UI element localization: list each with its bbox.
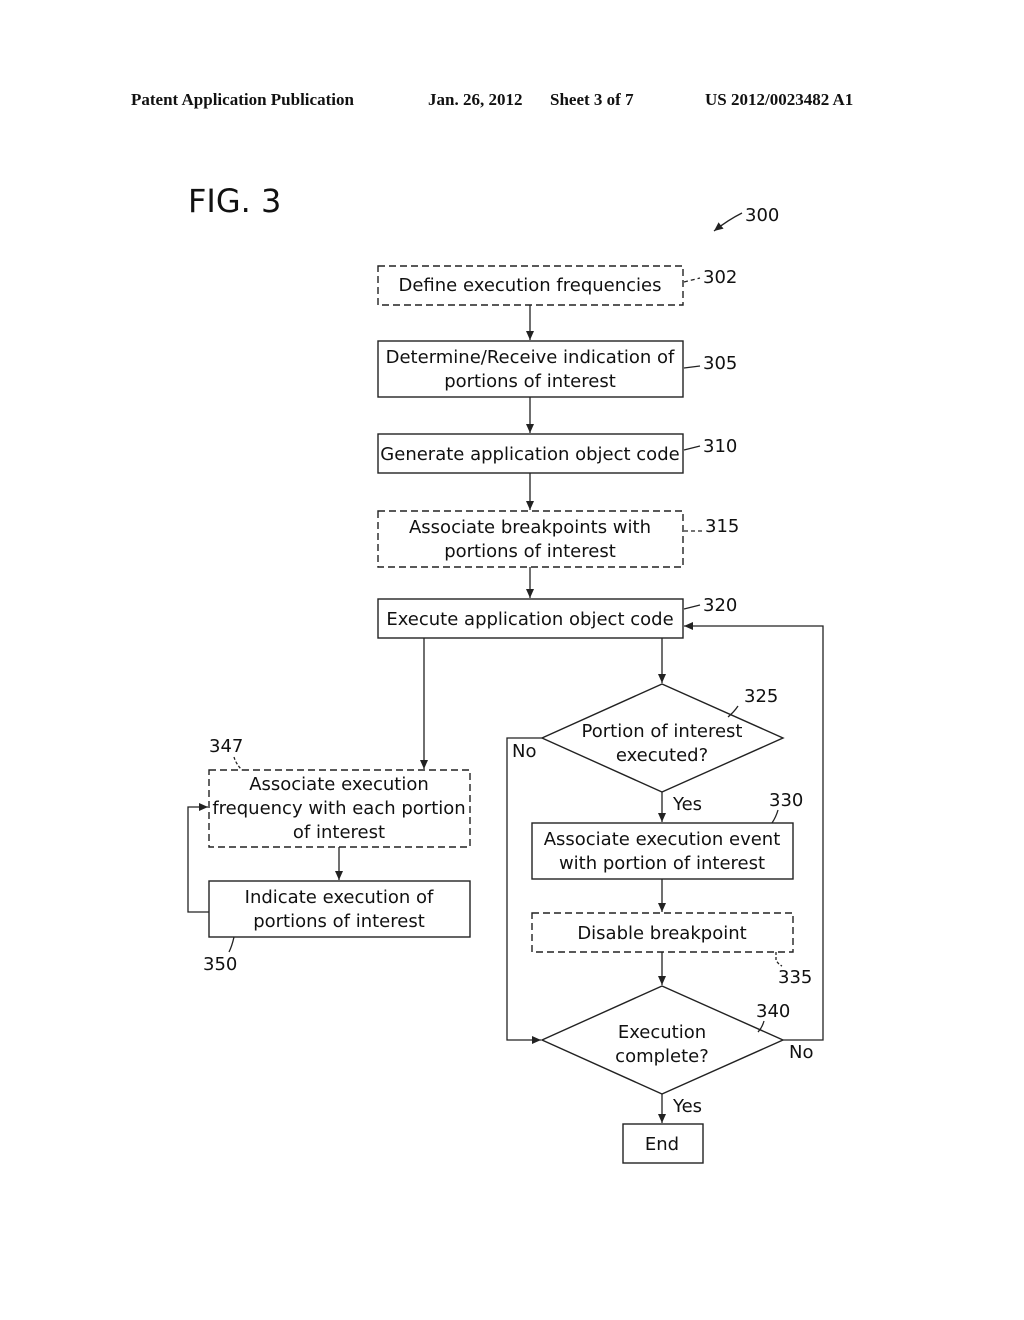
flowchart: 300 Define execution frequencies 302 Det…	[187, 205, 824, 1164]
ref-302: 302	[703, 267, 737, 288]
branch-340-yes: Yes	[672, 1096, 702, 1117]
branch-340-no: No	[789, 1042, 813, 1063]
arrow-325-no	[506, 737, 542, 1044]
leader-320	[683, 604, 701, 610]
leader-305	[683, 365, 701, 369]
step-310-generate-code: Generate application object code	[377, 433, 684, 474]
step-315-text-2: portions of interest	[444, 541, 616, 562]
step-335-text: Disable breakpoint	[577, 923, 746, 944]
ref-340: 340	[756, 1001, 790, 1022]
ref-300-arrow	[713, 212, 743, 232]
leader-310	[683, 445, 701, 451]
leader-347	[233, 756, 243, 771]
step-330-text-1: Associate execution event	[544, 829, 781, 850]
decision-340-text-1: Execution	[618, 1022, 706, 1043]
step-347-text-3: of interest	[293, 822, 385, 843]
ref-310: 310	[703, 436, 737, 457]
ref-325: 325	[744, 686, 778, 707]
step-305-determine-portions: Determine/Receive indication of portions…	[377, 340, 684, 398]
step-302-define-frequencies: Define execution frequencies	[377, 265, 684, 306]
step-315-text-1: Associate breakpoints with	[409, 517, 651, 538]
step-305-text-1: Determine/Receive indication of	[386, 347, 675, 368]
ref-300: 300	[745, 205, 779, 226]
step-347-associate-frequency: Associate execution frequency with each …	[208, 769, 471, 848]
branch-325-yes: Yes	[672, 794, 702, 815]
ref-350: 350	[203, 954, 237, 975]
loop-350-347	[187, 803, 209, 913]
ref-320: 320	[703, 595, 737, 616]
step-350-text-1: Indicate execution of	[245, 887, 434, 908]
branch-325-no: No	[512, 741, 536, 762]
decision-340-execution-complete: Execution complete?	[540, 985, 785, 1095]
step-330-text-2: with portion of interest	[559, 853, 765, 874]
leader-302	[683, 277, 701, 283]
step-305-text-2: portions of interest	[444, 371, 616, 392]
step-302-text: Define execution frequencies	[399, 275, 662, 296]
step-350-text-2: portions of interest	[253, 911, 425, 932]
ref-347: 347	[209, 736, 243, 757]
ref-335: 335	[778, 967, 812, 988]
decision-325-text-1: Portion of interest	[582, 721, 743, 742]
step-347-text-2: frequency with each portion	[212, 798, 465, 819]
ref-305: 305	[703, 353, 737, 374]
ref-315: 315	[705, 516, 739, 537]
step-310-text: Generate application object code	[380, 444, 679, 465]
step-320-execute-code: Execute application object code	[377, 598, 684, 639]
step-350-indicate-execution: Indicate execution of portions of intere…	[208, 880, 471, 938]
step-335-disable-breakpoint: Disable breakpoint	[531, 912, 794, 953]
end-text: End	[645, 1134, 679, 1155]
step-315-associate-breakpoints: Associate breakpoints with portions of i…	[377, 510, 684, 568]
ref-330: 330	[769, 790, 803, 811]
step-330-associate-event: Associate execution event with portion o…	[531, 822, 794, 880]
leader-350	[228, 936, 235, 953]
terminal-end: End	[622, 1123, 704, 1164]
leader-335	[775, 952, 783, 967]
step-320-text: Execute application object code	[386, 609, 673, 630]
step-347-text-1: Associate execution	[249, 774, 429, 795]
decision-325-text-2: executed?	[616, 745, 708, 766]
leader-330	[771, 809, 779, 824]
decision-340-text-2: complete?	[615, 1046, 709, 1067]
